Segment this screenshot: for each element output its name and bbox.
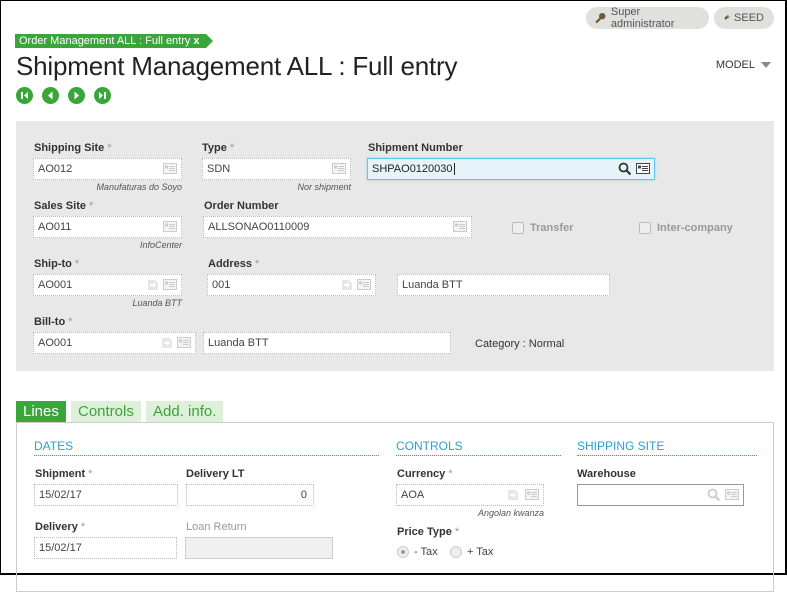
bill-to-name-field[interactable]: Luanda BTT bbox=[203, 332, 451, 354]
address-label: Address * bbox=[208, 258, 260, 270]
shipping-site-description: Manufaturas do Soyo bbox=[96, 182, 182, 192]
ship-to-description: Luanda BTT bbox=[132, 298, 182, 308]
selection-list-icon[interactable] bbox=[163, 279, 177, 290]
plug-icon bbox=[723, 14, 730, 21]
delivery-lt-field[interactable]: 0 bbox=[186, 484, 314, 506]
sales-site-label: Sales Site * bbox=[34, 200, 94, 212]
shipment-date-label: Shipment * bbox=[35, 468, 93, 480]
selection-list-icon[interactable] bbox=[163, 163, 177, 174]
delivery-lt-label: Delivery LT bbox=[186, 468, 245, 480]
next-record-button[interactable] bbox=[68, 87, 85, 104]
tab-lines[interactable]: Lines bbox=[16, 401, 66, 422]
first-record-button[interactable] bbox=[16, 87, 33, 104]
tunnel-icon[interactable] bbox=[147, 279, 159, 291]
selection-list-icon[interactable] bbox=[525, 489, 539, 500]
chevron-down-icon bbox=[761, 62, 771, 68]
price-type-minus-tax-radio[interactable]: - Tax bbox=[397, 546, 438, 558]
loan-return-label: Loan Return bbox=[186, 521, 247, 533]
tab-add-info[interactable]: Add. info. bbox=[146, 401, 224, 422]
folder-label: SEED bbox=[734, 12, 764, 24]
model-label: MODEL bbox=[715, 59, 755, 71]
order-number-field[interactable]: ALLSONAO0110009 bbox=[203, 216, 472, 238]
address-field[interactable]: 001 bbox=[207, 274, 376, 296]
loan-return-field bbox=[185, 537, 333, 559]
price-type-label: Price Type * bbox=[397, 526, 460, 538]
search-icon[interactable] bbox=[618, 162, 632, 176]
ship-to-label: Ship-to * bbox=[34, 258, 80, 270]
selection-list-icon[interactable] bbox=[177, 337, 191, 348]
close-icon[interactable]: x bbox=[193, 35, 199, 47]
address-description-field[interactable]: Luanda BTT bbox=[397, 274, 610, 296]
checkbox-box[interactable] bbox=[639, 222, 651, 234]
type-description: Nor shipment bbox=[297, 182, 351, 192]
breadcrumb-label: Order Management ALL : Full entry bbox=[19, 35, 191, 47]
checkbox-box[interactable] bbox=[512, 222, 524, 234]
selection-list-icon[interactable] bbox=[636, 163, 650, 174]
transfer-checkbox[interactable]: Transfer bbox=[512, 222, 573, 234]
radio-selected[interactable] bbox=[397, 546, 409, 558]
ship-to-field[interactable]: AO001 bbox=[33, 274, 182, 296]
warehouse-field[interactable] bbox=[577, 484, 744, 506]
shipment-number-label: Shipment Number bbox=[368, 142, 463, 154]
tunnel-icon[interactable] bbox=[507, 489, 519, 501]
user-label: Super administrator bbox=[610, 6, 675, 30]
radio-unselected[interactable] bbox=[450, 546, 462, 558]
previous-record-button[interactable] bbox=[42, 87, 59, 104]
delivery-date-label: Delivery * bbox=[35, 521, 86, 533]
model-menu[interactable]: MODEL bbox=[716, 59, 771, 71]
key-icon bbox=[595, 12, 606, 24]
last-icon bbox=[99, 92, 106, 99]
shipment-date-field[interactable]: 15/02/17 bbox=[34, 484, 178, 506]
delivery-date-field[interactable]: 15/02/17 bbox=[34, 537, 177, 559]
next-icon bbox=[74, 91, 79, 100]
tunnel-icon[interactable] bbox=[161, 337, 173, 349]
category-text: Category : Normal bbox=[475, 338, 565, 350]
selection-list-icon[interactable] bbox=[453, 221, 467, 232]
bill-to-label: Bill-to * bbox=[34, 316, 73, 328]
last-record-button[interactable] bbox=[94, 87, 111, 104]
page-title: Shipment Management ALL : Full entry bbox=[16, 51, 458, 81]
shipping-site-label: Shipping Site * bbox=[34, 142, 112, 154]
shipping-site-field[interactable]: AO012 bbox=[33, 158, 182, 180]
type-label: Type * bbox=[202, 142, 235, 154]
currency-field[interactable]: AOA bbox=[396, 484, 544, 506]
selection-list-icon[interactable] bbox=[332, 163, 346, 174]
sales-site-description: InfoCenter bbox=[139, 240, 182, 250]
section-dates: DATES bbox=[34, 439, 379, 456]
bill-to-field[interactable]: AO001 bbox=[33, 332, 196, 354]
warehouse-label: Warehouse bbox=[577, 468, 636, 480]
currency-label: Currency * bbox=[397, 468, 453, 480]
inter-company-checkbox[interactable]: Inter-company bbox=[639, 222, 733, 234]
first-icon bbox=[21, 92, 28, 99]
search-icon[interactable] bbox=[707, 488, 721, 502]
tab-controls[interactable]: Controls bbox=[71, 401, 141, 422]
price-type-plus-tax-radio[interactable]: + Tax bbox=[450, 546, 493, 558]
section-controls: CONTROLS bbox=[396, 439, 561, 456]
folder-button[interactable]: SEED bbox=[714, 7, 774, 29]
tunnel-icon[interactable] bbox=[341, 279, 353, 291]
sales-site-field[interactable]: AO011 bbox=[33, 216, 182, 238]
selection-list-icon[interactable] bbox=[357, 279, 371, 290]
order-number-label: Order Number bbox=[204, 200, 279, 212]
selection-list-icon[interactable] bbox=[725, 489, 739, 500]
selection-list-icon[interactable] bbox=[163, 221, 177, 232]
user-button[interactable]: Super administrator bbox=[586, 6, 709, 30]
currency-description: Angolan kwanza bbox=[477, 508, 544, 518]
previous-icon bbox=[48, 91, 53, 100]
type-field[interactable]: SDN bbox=[202, 158, 351, 180]
breadcrumb[interactable]: Order Management ALL : Full entry x bbox=[15, 34, 213, 48]
shipment-number-field[interactable]: SHPAO0120030 bbox=[367, 158, 655, 180]
section-shipping-site: SHIPPING SITE bbox=[577, 439, 757, 456]
